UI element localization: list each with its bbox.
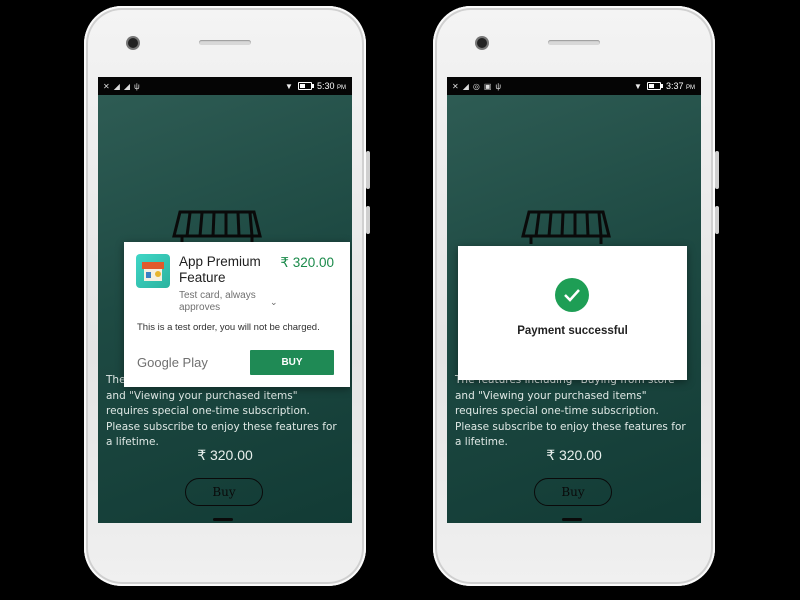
checkmark-icon xyxy=(555,278,589,312)
home-indicator xyxy=(213,518,233,521)
feature-description: The features including "Buying from stor… xyxy=(455,374,686,448)
dialog-title: App Premium Feature xyxy=(179,254,261,285)
test-order-note: This is a test order, you will not be ch… xyxy=(137,322,320,333)
payment-success-dialog: Payment successful xyxy=(458,246,687,380)
earpiece-speaker xyxy=(548,40,600,45)
image-icon: ▣ xyxy=(483,81,492,91)
storefront-icon xyxy=(521,210,611,244)
signal-icon: ◢ xyxy=(123,81,131,91)
status-bar: ✕ ◢ ◎ ▣ ψ ▼ 3:37 PM xyxy=(447,77,701,95)
power-button xyxy=(715,206,719,234)
signal-icon: ◢ xyxy=(462,81,469,91)
close-icon: ✕ xyxy=(452,81,459,91)
usb-icon: ψ xyxy=(134,81,140,91)
clock: 5:30 PM xyxy=(317,81,346,91)
screen: ✕ ◢ ◎ ▣ ψ ▼ 3:37 PM The features includi… xyxy=(447,77,701,523)
clock-time: 5:30 xyxy=(316,81,335,91)
power-button xyxy=(366,206,370,234)
clock-ampm: PM xyxy=(686,85,695,91)
buy-confirm-button[interactable]: BUY xyxy=(250,350,334,375)
phone-left: ✕ ◢ ◢ ψ ▼ 5:30 PM The features including… xyxy=(84,6,370,586)
purchase-dialog: App Premium Feature ₹ 320.00 Test card, … xyxy=(124,242,350,387)
whatsapp-icon: ◎ xyxy=(472,81,480,91)
buy-button[interactable]: Buy xyxy=(185,478,263,506)
battery-icon xyxy=(297,82,314,90)
wifi-icon: ▼ xyxy=(634,81,642,91)
dialog-price: ₹ 320.00 xyxy=(280,255,334,270)
payment-method[interactable]: Test card, always approves xyxy=(179,290,269,314)
battery-icon xyxy=(646,82,663,90)
success-message: Payment successful xyxy=(517,325,628,337)
volume-button xyxy=(366,151,370,189)
close-icon: ✕ xyxy=(103,81,110,91)
front-camera xyxy=(477,38,487,48)
signal-icon: ◢ xyxy=(113,81,120,91)
status-bar: ✕ ◢ ◢ ψ ▼ 5:30 PM xyxy=(98,77,352,95)
wifi-icon: ▼ xyxy=(285,81,293,91)
front-camera xyxy=(128,38,138,48)
clock-time: 3:37 xyxy=(665,81,684,91)
google-play-logo: Google Play xyxy=(137,355,208,370)
screen: ✕ ◢ ◢ ψ ▼ 5:30 PM The features including… xyxy=(98,77,352,523)
earpiece-speaker xyxy=(199,40,251,45)
chevron-down-icon[interactable]: ⌄ xyxy=(270,297,278,308)
price-label: ₹ 320.00 xyxy=(546,447,602,463)
price-label: ₹ 320.00 xyxy=(197,447,253,463)
phone-right: ✕ ◢ ◎ ▣ ψ ▼ 3:37 PM The features includi… xyxy=(433,6,719,586)
app-icon xyxy=(136,254,170,288)
store-app-icon xyxy=(142,262,164,281)
clock: 3:37 PM xyxy=(666,81,695,91)
storefront-icon xyxy=(172,210,262,244)
home-indicator xyxy=(562,518,582,521)
clock-ampm: PM xyxy=(337,85,346,91)
usb-icon: ψ xyxy=(495,81,502,91)
volume-button xyxy=(715,151,719,189)
buy-button[interactable]: Buy xyxy=(534,478,612,506)
